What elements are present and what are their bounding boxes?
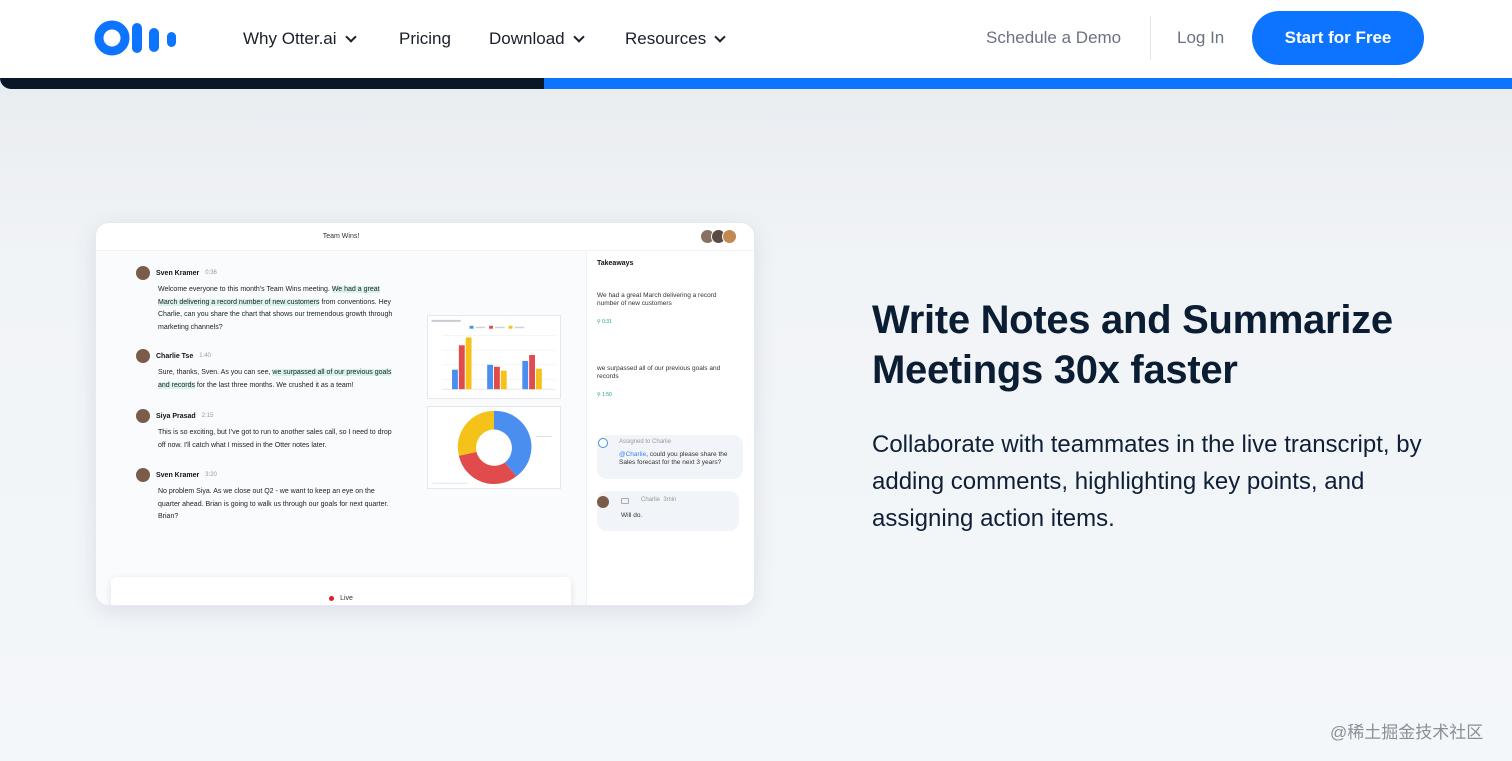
hero-body: Collaborate with teammates in the live t… — [872, 431, 1422, 532]
nav-download[interactable]: Download — [489, 28, 585, 50]
comment-card[interactable]: Charlie 3min Will do. — [597, 491, 739, 531]
speaker-header: Sven Kramer 0:36 — [136, 265, 396, 281]
live-indicator-dot — [329, 596, 335, 601]
transcript-segment: Sure, thanks, Sven. As you can see, — [158, 369, 273, 376]
comment-text: Will do. — [621, 512, 643, 519]
comment-icon — [621, 498, 629, 504]
nav-pricing[interactable]: Pricing — [399, 28, 451, 50]
speaker-timestamp[interactable]: 3:20 — [205, 472, 217, 478]
takeaway-time: 0:31 — [602, 319, 612, 325]
speaker-header: Charlie Tse 1:40 — [136, 348, 396, 364]
takeaway-time: 1:50 — [602, 392, 612, 398]
action-item-text: @Charlie, could you please share the Sal… — [619, 451, 737, 466]
nav-why-otter[interactable]: Why Otter.ai — [243, 28, 357, 50]
scroll-progress-bar — [0, 78, 1512, 89]
participant-avatars — [700, 229, 737, 244]
transcript-entry: Sven Kramer 0:36 Welcome everyone to this … — [136, 265, 396, 334]
transcript-segment: This is so exciting, but I've got to run… — [158, 429, 392, 449]
speaker-timestamp[interactable]: 1:40 — [199, 353, 211, 359]
chevron-down-icon — [714, 30, 726, 43]
speaker-timestamp[interactable]: 0:36 — [205, 270, 217, 276]
chevron-down-icon — [572, 30, 585, 43]
transcript-text: This is so exciting, but I've got to run… — [158, 427, 396, 452]
nav-label: Pricing — [399, 29, 451, 48]
bar-chart-thumbnail — [427, 315, 561, 399]
schedule-demo-link[interactable]: Schedule a Demo — [986, 28, 1121, 48]
transcript-segment: No problem Siya. As we close out Q2 - we… — [158, 488, 389, 520]
action-item-card[interactable]: Assigned to Charlie @Charlie, could you … — [597, 435, 743, 479]
speaker-name[interactable]: Sven Kramer — [156, 270, 199, 277]
comment-author: Charlie — [641, 497, 661, 503]
login-link[interactable]: Log In — [1177, 28, 1224, 48]
comment-age: 3min — [663, 497, 677, 503]
avatar — [136, 266, 150, 280]
transcript-entry: Siya Prasad 2:15 This is so exciting, but … — [136, 408, 396, 452]
transcript-segment: for the last three months. We crushed it… — [194, 381, 354, 389]
speaker-header: Siya Prasad 2:15 — [136, 408, 396, 424]
avatar — [597, 496, 609, 508]
comment-meta: Charlie 3min — [641, 497, 676, 503]
mock-meeting-title: Team Wins! — [322, 233, 360, 240]
hero-heading: Write Notes and Summarize Meetings 30x f… — [872, 298, 1393, 392]
avatar — [136, 468, 150, 482]
avatar — [722, 229, 737, 244]
nav-divider — [1150, 16, 1151, 60]
takeaways-panel: Takeaways We had a great March deliverin… — [586, 251, 754, 605]
site-header: Why Otter.ai Pricing Download Resources … — [0, 0, 1512, 78]
transcript-text: No problem Siya. As we close out Q2 - we… — [158, 486, 396, 524]
avatar — [136, 409, 150, 423]
nav-resources[interactable]: Resources — [625, 28, 726, 50]
takeaway-text: we surpassed all of our previous goals a… — [597, 365, 721, 380]
speaker-name[interactable]: Sven Kramer — [156, 472, 199, 479]
watermark: @稀土掘金技术社区 — [1330, 723, 1484, 742]
mock-topbar: Team Wins! — [96, 223, 754, 251]
check-circle-icon[interactable] — [598, 438, 608, 448]
transcript-text: Welcome everyone to this month's Team Wi… — [158, 284, 396, 334]
takeaway-timestamp: ⚲ 1:50 — [597, 392, 612, 398]
avatar — [136, 349, 150, 363]
assigned-label: Assigned to Charlie — [619, 439, 672, 445]
scroll-progress-fill — [0, 78, 545, 89]
app-mockup: Team Wins! Sven Kramer 0:36 Welcome everyo… — [95, 222, 755, 606]
takeaway-timestamp: ⚲ 0:31 — [597, 319, 612, 325]
donut-chart-thumbnail — [427, 406, 561, 489]
transcript-text: Sure, thanks, Sven. As you can see, we s… — [158, 367, 396, 392]
speaker-header: Sven Kramer 3:20 — [136, 467, 396, 483]
start-for-free-button[interactable]: Start for Free — [1252, 11, 1424, 65]
takeaways-title: Takeaways — [597, 260, 634, 267]
takeaway-text: We had a great March delivering a record… — [597, 292, 717, 307]
takeaway-item[interactable]: We had a great March delivering a record… — [597, 292, 737, 326]
speaker-name[interactable]: Charlie Tse — [156, 353, 193, 360]
chevron-down-icon — [344, 30, 357, 43]
speaker-name[interactable]: Siya Prasad — [156, 413, 196, 420]
nav-label: Download — [489, 29, 565, 48]
live-label: Live — [340, 595, 353, 602]
transcript-panel: Sven Kramer 0:36 Welcome everyone to this … — [96, 251, 586, 605]
transcript-segment: Welcome everyone to this month's Team Wi… — [158, 286, 332, 293]
nav-label: Why Otter.ai — [243, 29, 337, 48]
speaker-timestamp[interactable]: 2:15 — [202, 413, 214, 419]
transcript-entry: Sven Kramer 3:20 No problem Siya. As we cl… — [136, 467, 396, 524]
nav-label: Resources — [625, 29, 707, 48]
otter-logo[interactable] — [94, 20, 180, 56]
takeaway-item[interactable]: we surpassed all of our previous goals a… — [597, 365, 737, 399]
live-recording-bar[interactable]: Live — [111, 577, 571, 605]
mention[interactable]: @Charlie — [619, 451, 646, 458]
transcript-entry: Charlie Tse 1:40 Sure, thanks, Sven. As yo… — [136, 348, 396, 392]
